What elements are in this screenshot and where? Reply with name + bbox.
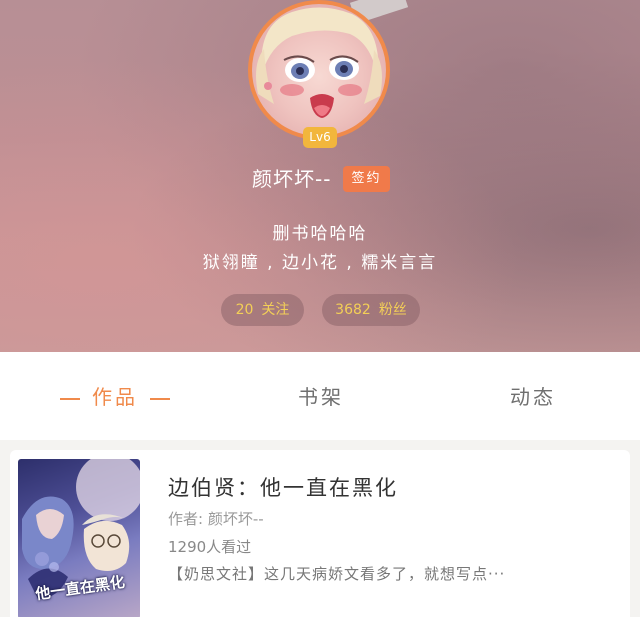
- book-card[interactable]: 他一直在黑化 边伯贤：他一直在黑化 作者: 颜坏坏-- 1290人看过 【奶思文…: [10, 450, 630, 617]
- bio-line-1: 删书哈哈哈: [272, 224, 368, 244]
- level-badge: Lv6: [303, 127, 337, 148]
- profile-tabs: 作品 书架 动态: [0, 352, 640, 440]
- tab-works[interactable]: 作品: [48, 381, 182, 410]
- active-tab-dash-left: [60, 397, 80, 400]
- profile-header: Lv6 颜坏坏-- 签约 删书哈哈哈 狱翎瞳 , 边小花 , 糯米言言 20 关注…: [0, 0, 640, 352]
- avatar[interactable]: [248, 0, 390, 140]
- following-count: 20: [235, 302, 254, 318]
- book-views: 1290人看过: [168, 538, 252, 556]
- tab-works-label: 作品: [92, 385, 138, 409]
- fans-button[interactable]: 3682 粉丝: [322, 294, 420, 326]
- fans-count: 3682: [335, 302, 371, 318]
- book-description: 【奶思文社】这几天病娇文看多了，就想写点···: [168, 565, 506, 583]
- book-title[interactable]: 边伯贤：他一直在黑化: [168, 472, 398, 502]
- username: 颜坏坏--: [252, 167, 332, 191]
- following-label: 关注: [261, 302, 290, 318]
- following-button[interactable]: 20 关注: [221, 294, 304, 326]
- active-tab-dash-right: [150, 397, 170, 400]
- book-cover[interactable]: 他一直在黑化: [18, 459, 140, 617]
- tab-bookshelf[interactable]: 书架: [298, 381, 344, 410]
- avatar-illustration: [256, 7, 382, 118]
- tab-feed[interactable]: 动态: [510, 381, 556, 410]
- book-author: 作者: 颜坏坏--: [168, 510, 264, 528]
- bio-line-2: 狱翎瞳 , 边小花 , 糯米言言: [202, 253, 438, 273]
- signed-author-badge: 签约: [343, 166, 390, 192]
- fans-label: 粉丝: [378, 302, 407, 318]
